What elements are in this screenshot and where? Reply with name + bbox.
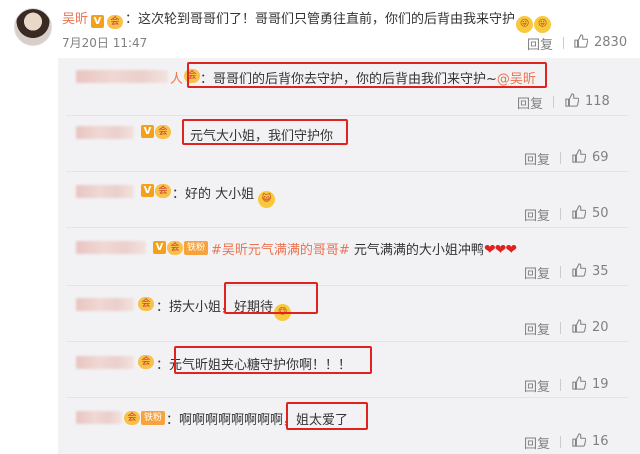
member-icon: 会: [167, 241, 183, 255]
thumb-up-icon: [572, 319, 586, 333]
username-suffix[interactable]: 人: [170, 68, 183, 87]
divider: [560, 208, 561, 220]
verified-icon: V: [91, 15, 105, 28]
heart-icon: ❤❤❤: [483, 242, 517, 258]
thumb-up-icon: [572, 149, 586, 163]
divider: [560, 266, 561, 278]
divider: [560, 436, 561, 448]
reply-button[interactable]: 回复: [517, 93, 543, 112]
like-count: 69: [592, 150, 609, 165]
thumb-up-icon: [572, 263, 586, 277]
like-button[interactable]: 118: [565, 93, 610, 109]
member-icon: 会: [124, 411, 140, 425]
comment-item: 会 ：捞大小姐，好期待 😋 回复 20: [58, 282, 640, 342]
comment-text: #吴昕元气满满的哥哥# 元气满满的大小姐冲鸭❤❤❤: [211, 242, 517, 258]
like-count: 16: [592, 434, 609, 449]
reply-button[interactable]: 回复: [524, 433, 550, 452]
comment-item: V 会 元气大小姐，我们守护你 回复 69: [58, 116, 640, 172]
reply-button[interactable]: 回复: [524, 376, 550, 395]
blurred-username: [76, 298, 134, 311]
post-text: ：这次轮到哥哥们了！哥哥们只管勇往直前，你们的后背由我来守护: [125, 12, 516, 27]
main-post: 吴昕 V 会：这次轮到哥哥们了！哥哥们只管勇往直前，你们的后背由我来守护 😜 😜 7月2…: [0, 0, 640, 58]
divider: [563, 37, 564, 49]
divider: [560, 152, 561, 164]
member-icon: 会: [138, 297, 154, 311]
comment-list: 人 会 ：哥哥们的后背你去守护，你的后背由我们来守护~@吴昕 回复 118 V …: [58, 58, 640, 454]
divider: [553, 96, 554, 108]
verified-icon: V: [141, 125, 154, 138]
comment-item: 会 ：元气昕姐夹心糖守护你啊！！！ 回复 19: [58, 342, 640, 398]
member-icon: 会: [107, 15, 124, 29]
highlight-box: [182, 119, 348, 145]
like-count: 2830: [594, 35, 628, 50]
thumb-up-icon: [574, 34, 588, 48]
comment-text: ：好的 大小姐 😺: [172, 183, 276, 208]
blurred-username: [76, 411, 122, 424]
member-icon: 会: [155, 125, 171, 139]
comment-item: V 会 ：好的 大小姐 😺 回复 50: [58, 172, 640, 228]
verified-icon: V: [153, 241, 166, 254]
post-time: 7月20日 11:47: [62, 36, 148, 50]
emoji-face-icon: 😺: [258, 191, 276, 208]
highlight-box: [224, 282, 318, 314]
like-count: 50: [592, 206, 609, 221]
thumb-up-icon: [572, 376, 586, 390]
like-count: 20: [592, 320, 609, 335]
like-count: 118: [585, 94, 610, 109]
like-button[interactable]: 16: [572, 433, 609, 449]
blurred-username: [76, 185, 134, 198]
highlight-box: [187, 62, 547, 88]
blurred-username: [76, 356, 134, 369]
reply-button[interactable]: 回复: [524, 205, 550, 224]
verified-icon: V: [141, 184, 154, 197]
avatar[interactable]: [14, 8, 52, 46]
member-icon: 会: [155, 184, 171, 198]
emoji-face-icon: 😜: [534, 16, 552, 33]
like-button[interactable]: 35: [572, 263, 609, 279]
like-button[interactable]: 20: [572, 319, 609, 335]
author-name[interactable]: 吴昕: [62, 12, 88, 27]
fan-badge: 铁粉: [141, 411, 166, 425]
divider: [560, 322, 561, 334]
highlight-box: [174, 346, 372, 374]
comment-item: 会 铁粉 ：啊啊啊啊啊啊啊啊，姐太爱了 回复 16: [58, 398, 640, 454]
thumb-up-icon: [565, 93, 579, 107]
reply-button[interactable]: 回复: [524, 319, 550, 338]
post-header: 吴昕 V 会：这次轮到哥哥们了！哥哥们只管勇往直前，你们的后背由我来守护 😜 😜: [62, 8, 552, 33]
blurred-username: [76, 241, 146, 254]
member-icon: 会: [138, 355, 154, 369]
blurred-username: [76, 70, 168, 83]
topic-link[interactable]: #吴昕元气满满的哥哥#: [211, 243, 350, 258]
highlight-box: [286, 402, 368, 430]
like-button[interactable]: 50: [572, 205, 609, 221]
fan-badge: 铁粉: [184, 241, 209, 255]
reply-button[interactable]: 回复: [524, 149, 550, 168]
like-count: 19: [592, 377, 609, 392]
emoji-face-icon: 😜: [516, 16, 534, 33]
reply-button[interactable]: 回复: [527, 34, 553, 53]
comment-item: V 会 铁粉 #吴昕元气满满的哥哥# 元气满满的大小姐冲鸭❤❤❤ 回复 35: [58, 228, 640, 286]
like-button[interactable]: 69: [572, 149, 609, 165]
thumb-up-icon: [572, 205, 586, 219]
thumb-up-icon: [572, 433, 586, 447]
divider: [560, 379, 561, 391]
like-button[interactable]: 19: [572, 376, 609, 392]
blurred-username: [76, 126, 134, 139]
like-count: 35: [592, 264, 609, 279]
comment-item: 人 会 ：哥哥们的后背你去守护，你的后背由我们来守护~@吴昕 回复 118: [58, 58, 640, 116]
reply-button[interactable]: 回复: [524, 263, 550, 282]
like-button[interactable]: 2830: [574, 34, 627, 50]
